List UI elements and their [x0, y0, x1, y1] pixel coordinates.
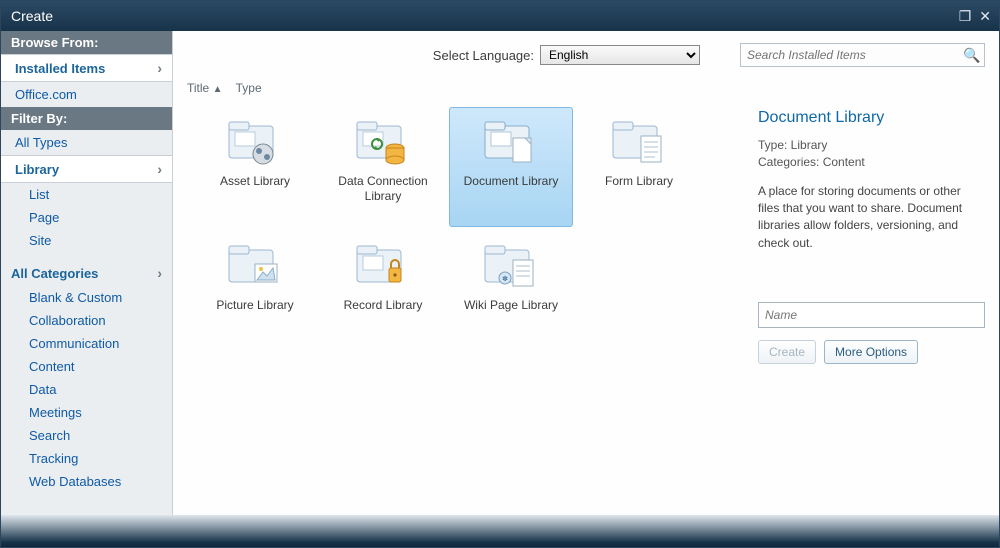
- cat-data[interactable]: Data: [1, 378, 172, 401]
- filter-page[interactable]: Page: [1, 206, 172, 229]
- sidebar-office-com[interactable]: Office.com: [1, 82, 172, 107]
- tile-document-library[interactable]: Document Library: [449, 107, 573, 227]
- tile-picture-library[interactable]: Picture Library: [193, 231, 317, 351]
- filter-by-header: Filter By:: [1, 107, 172, 130]
- name-input[interactable]: [758, 302, 985, 328]
- data-connection-library-icon: [355, 118, 411, 166]
- cat-web-databases[interactable]: Web Databases: [1, 470, 172, 493]
- asset-library-icon: [227, 118, 283, 166]
- close-icon[interactable]: ✕: [979, 9, 991, 23]
- details-type: Type: Library: [758, 137, 985, 154]
- sidebar-item-label: Installed Items: [15, 61, 105, 76]
- tile-form-library[interactable]: Form Library: [577, 107, 701, 227]
- tile-asset-library[interactable]: Asset Library: [193, 107, 317, 227]
- tile-record-library[interactable]: Record Library: [321, 231, 445, 351]
- cat-collaboration[interactable]: Collaboration: [1, 309, 172, 332]
- browse-from-header: Browse From:: [1, 31, 172, 54]
- tile-wiki-page-library[interactable]: ✽ Wiki Page Library: [449, 231, 573, 351]
- filter-list[interactable]: List: [1, 183, 172, 206]
- more-options-button[interactable]: More Options: [824, 340, 918, 364]
- sidebar-item-label: All Types: [15, 135, 68, 150]
- wiki-page-library-icon: ✽: [483, 242, 539, 290]
- search-icon[interactable]: 🔍: [960, 47, 984, 64]
- create-button[interactable]: Create: [758, 340, 816, 364]
- document-library-icon: [483, 118, 539, 166]
- picture-library-icon: [227, 242, 283, 290]
- svg-text:✽: ✽: [502, 275, 508, 283]
- language-select[interactable]: English: [540, 45, 700, 65]
- language-label: Select Language:: [433, 48, 534, 63]
- details-categories: Categories: Content: [758, 154, 985, 171]
- top-band: Select Language: English 🔍: [173, 31, 999, 75]
- details-title: Document Library: [758, 109, 985, 127]
- sidebar-item-label: All Categories: [11, 266, 98, 281]
- tile-data-connection-library[interactable]: Data Connection Library: [321, 107, 445, 227]
- filter-site[interactable]: Site: [1, 229, 172, 252]
- sort-title[interactable]: Title ▲: [187, 81, 226, 95]
- titlebar: Create ❐ ✕: [1, 1, 999, 31]
- sort-type[interactable]: Type: [236, 81, 262, 95]
- details-description: A place for storing documents or other f…: [758, 183, 985, 253]
- filter-library[interactable]: Library ›: [1, 155, 172, 183]
- details-panel: Document Library Type: Library Categorie…: [744, 75, 999, 515]
- window-title: Create: [11, 8, 951, 24]
- sort-asc-icon: ▲: [213, 84, 223, 95]
- cat-tracking[interactable]: Tracking: [1, 447, 172, 470]
- cat-communication[interactable]: Communication: [1, 332, 172, 355]
- search-input[interactable]: [741, 47, 960, 63]
- filter-all-categories[interactable]: All Categories ›: [1, 260, 172, 286]
- sidebar-item-label: Office.com: [15, 87, 77, 102]
- cat-blank-custom[interactable]: Blank & Custom: [1, 286, 172, 309]
- search-box: 🔍: [740, 43, 985, 67]
- cat-search[interactable]: Search: [1, 424, 172, 447]
- record-library-icon: [355, 242, 411, 290]
- sidebar: Browse From: Installed Items › Office.co…: [1, 31, 173, 515]
- cat-content[interactable]: Content: [1, 355, 172, 378]
- template-grid: Asset Library: [193, 107, 724, 351]
- form-library-icon: [611, 118, 667, 166]
- bottom-band: [1, 515, 999, 547]
- chevron-right-icon: ›: [157, 60, 162, 76]
- cat-meetings[interactable]: Meetings: [1, 401, 172, 424]
- sidebar-installed-items[interactable]: Installed Items ›: [1, 54, 172, 82]
- main-area: Select Language: English 🔍 Title ▲: [173, 31, 999, 515]
- sort-row: Title ▲ Type: [173, 75, 744, 101]
- filter-all-types[interactable]: All Types: [1, 130, 172, 155]
- maximize-icon[interactable]: ❐: [959, 9, 972, 23]
- chevron-right-icon: ›: [157, 265, 162, 281]
- chevron-right-icon: ›: [157, 161, 162, 177]
- create-dialog: Create ❐ ✕ Browse From: Installed Items …: [0, 0, 1000, 548]
- sidebar-item-label: Library: [15, 162, 59, 177]
